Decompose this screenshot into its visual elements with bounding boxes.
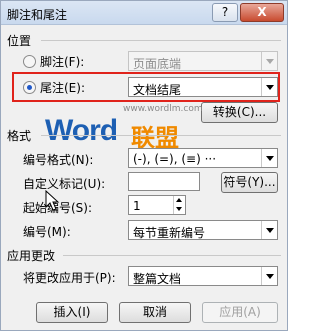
endnote-position-select[interactable]: 文档结尾: [128, 77, 278, 97]
chevron-down-icon: [261, 52, 277, 70]
numbering-select[interactable]: 每节重新编号: [128, 220, 278, 240]
cancel-button[interactable]: 取消: [119, 302, 191, 323]
custom-mark-label: 自定义标记(U):: [23, 177, 106, 191]
chevron-down-icon: [261, 149, 277, 167]
number-format-value: (-), (=), (≡) ···: [133, 152, 217, 166]
chevron-down-icon: [261, 267, 277, 285]
numbering-label: 编号(M):: [23, 225, 71, 239]
endnote-label: 尾注(E):: [40, 81, 85, 95]
apply-button[interactable]: 应用(A): [202, 302, 278, 323]
chevron-down-icon: [261, 221, 277, 239]
numbering-value: 每节重新编号: [133, 226, 206, 240]
chevron-down-icon: [261, 78, 277, 96]
format-group-label: 格式: [7, 129, 32, 143]
format-divider: [41, 135, 281, 136]
apply-to-label: 将更改应用于(P):: [23, 271, 116, 285]
spin-down-icon[interactable]: [173, 205, 185, 214]
apply-to-value: 整篇文档: [133, 272, 182, 286]
custom-mark-input[interactable]: [128, 172, 200, 191]
insert-button[interactable]: 插入(I): [36, 302, 108, 323]
endnote-position-value: 文档结尾: [133, 83, 182, 97]
help-button[interactable]: ?: [212, 3, 238, 22]
footnote-position-value: 页面底端: [133, 57, 182, 71]
start-at-stepper[interactable]: 1: [128, 195, 186, 215]
apply-divider: [63, 255, 281, 256]
footnote-radio[interactable]: [23, 55, 36, 68]
close-button[interactable]: X: [240, 3, 284, 22]
apply-group-label: 应用更改: [7, 249, 56, 263]
title-bar: 脚注和尾注 ? X: [1, 1, 287, 25]
footnote-label: 脚注(F):: [40, 55, 85, 69]
watermark-word: Word: [45, 114, 118, 147]
pointer-cursor-icon: [45, 190, 60, 211]
wordlm-watermark-logo: www.wordlm.com Word 联盟: [45, 104, 203, 154]
location-divider: [41, 40, 281, 41]
spin-up-icon[interactable]: [173, 196, 185, 205]
footnote-endnote-dialog: 脚注和尾注 ? X 位置 脚注(F): 页面底端 尾注(E): 文档结尾 转换(…: [0, 0, 288, 331]
watermark-url: www.wordlm.com: [123, 104, 203, 114]
symbol-button[interactable]: 符号(Y)...: [221, 172, 278, 193]
convert-button[interactable]: 转换(C)...: [201, 102, 278, 123]
location-group-label: 位置: [7, 34, 32, 48]
number-format-select[interactable]: (-), (=), (≡) ···: [128, 148, 278, 168]
apply-to-select[interactable]: 整篇文档: [128, 266, 278, 286]
window-title: 脚注和尾注: [7, 8, 68, 22]
start-at-value: 1: [133, 199, 141, 213]
endnote-radio[interactable]: [23, 81, 36, 94]
number-format-label: 编号格式(N):: [23, 153, 94, 167]
footnote-position-select[interactable]: 页面底端: [128, 51, 278, 71]
